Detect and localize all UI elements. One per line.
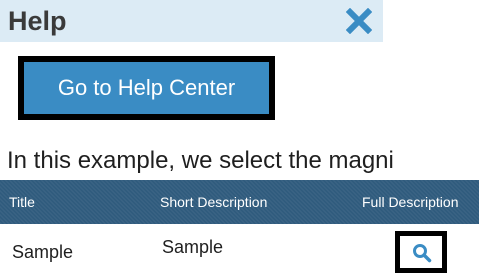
cell-short-description: Sample (162, 237, 224, 257)
help-panel-header: Help (0, 0, 383, 42)
help-title: Help (8, 6, 67, 36)
search-icon (413, 244, 432, 263)
table-row: Sample Sample (0, 224, 479, 276)
instruction-text: In this example, we select the magni (7, 147, 394, 174)
table-header: Title Short Description Full Description (0, 180, 479, 224)
go-to-help-center-button[interactable]: Go to Help Center (18, 56, 275, 120)
cell-title: Sample (12, 242, 74, 262)
column-header-short-description: Short Description (160, 194, 268, 210)
close-icon[interactable] (345, 7, 373, 35)
column-header-full-description: Full Description (362, 194, 459, 210)
column-header-title: Title (9, 194, 35, 210)
full-description-search-button[interactable] (395, 231, 447, 273)
